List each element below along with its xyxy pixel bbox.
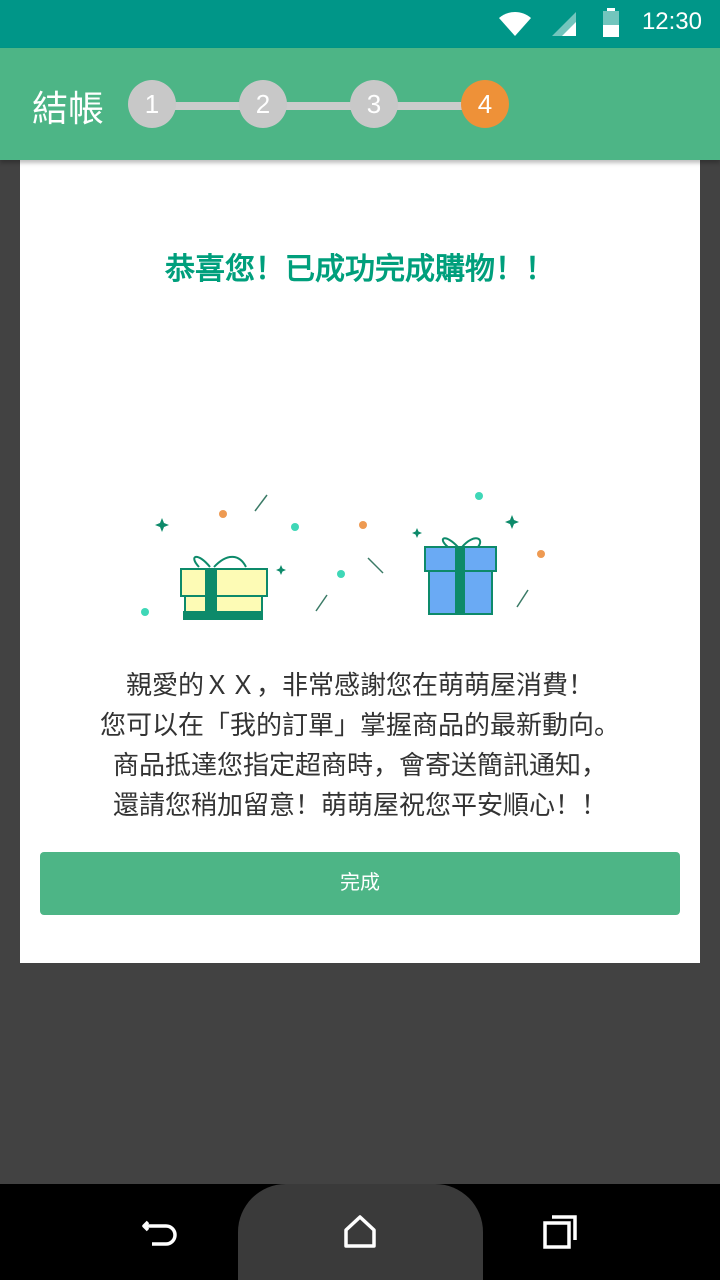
page-title: 結帳 xyxy=(32,89,105,130)
message-line: 親愛的ＸＸ，非常感謝您在萌萌屋消費！ xyxy=(125,671,594,701)
blue-gift-icon xyxy=(424,537,497,615)
step-4-active: 4 xyxy=(461,80,509,128)
yellow-gift-icon xyxy=(180,555,268,620)
status-bar: 12:30 xyxy=(0,0,720,48)
home-icon[interactable] xyxy=(340,1212,380,1252)
message-line: 還請您稍加留意！萌萌屋祝您平安順心！！ xyxy=(112,791,607,821)
step-1: 1 xyxy=(128,80,176,128)
stepper-track xyxy=(152,102,486,110)
app-bar: 結帳 1 2 3 4 xyxy=(0,48,720,160)
back-icon[interactable] xyxy=(140,1212,180,1252)
battery-icon xyxy=(603,8,619,37)
confirmation-card: 恭喜您！已成功完成購物！！ 親愛的ＸＸ，非常感謝您在萌萌屋消費！ 您可以在「我的… xyxy=(20,160,700,963)
message-line: 您可以在「我的訂單」掌握商品的最新動向。 xyxy=(99,711,620,741)
success-headline: 恭喜您！已成功完成購物！！ xyxy=(165,252,555,287)
wifi-icon xyxy=(499,12,531,36)
step-2: 2 xyxy=(239,80,287,128)
recents-icon[interactable] xyxy=(540,1212,580,1252)
signal-icon xyxy=(552,12,576,36)
thank-you-message: 親愛的ＸＸ，非常感謝您在萌萌屋消費！ 您可以在「我的訂單」掌握商品的最新動向。 … xyxy=(20,666,700,826)
step-3: 3 xyxy=(350,80,398,128)
navigation-bar xyxy=(0,1184,720,1280)
gift-boxes-illustration xyxy=(141,492,545,620)
done-button[interactable]: 完成 xyxy=(40,852,680,915)
message-line: 商品抵達您指定超商時，會寄送簡訊通知， xyxy=(112,751,607,781)
status-time: 12:30 xyxy=(641,8,702,35)
